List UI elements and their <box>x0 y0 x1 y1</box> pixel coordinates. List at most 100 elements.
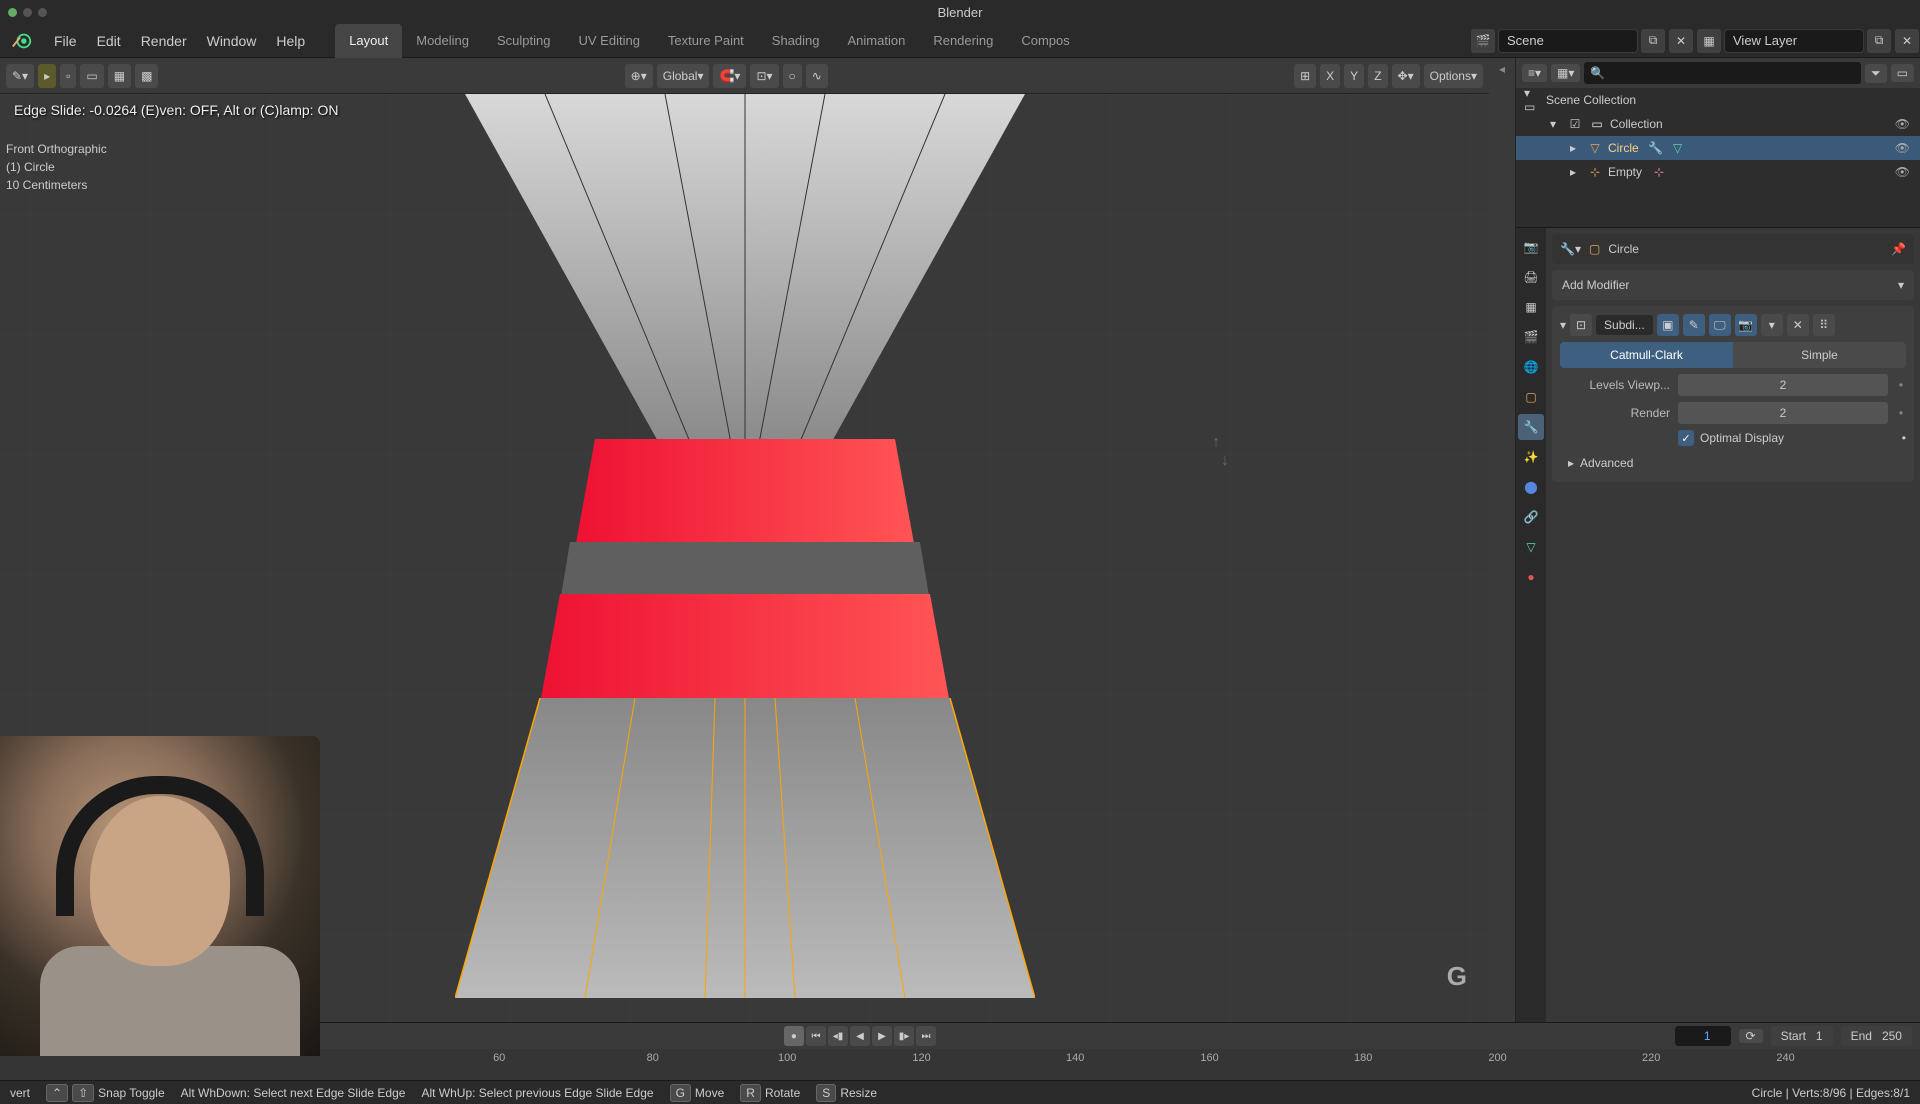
menu-help[interactable]: Help <box>266 33 315 49</box>
axis-y[interactable]: Y <box>1344 64 1364 88</box>
tab-texture[interactable]: Texture Paint <box>654 24 758 58</box>
mesh-data-icon[interactable]: ▽ <box>1669 139 1687 157</box>
snap-icon[interactable]: 🧲▾ <box>713 64 746 88</box>
min-dot[interactable] <box>23 8 32 17</box>
scene-browse-icon[interactable]: 🎬 <box>1471 29 1495 53</box>
viewlayer-name-input[interactable]: View Layer <box>1724 29 1864 53</box>
tab-viewlayer-icon[interactable]: ▦ <box>1518 294 1544 320</box>
tab-particles-icon[interactable]: ✨ <box>1518 444 1544 470</box>
orientation-select[interactable]: Global ▾ <box>657 64 710 88</box>
advanced-toggle[interactable]: ▸ Advanced <box>1560 452 1906 474</box>
select-mode-vert-icon[interactable]: ▫ <box>60 64 76 88</box>
outliner-item-circle[interactable]: ▸ ▽ Circle 🔧 ▽ 👁 <box>1516 136 1920 160</box>
tab-modeling[interactable]: Modeling <box>402 24 483 58</box>
menu-edit[interactable]: Edit <box>87 33 131 49</box>
tab-scene-icon[interactable]: 🎬 <box>1518 324 1544 350</box>
chevron-down-icon[interactable]: ▾ <box>1544 115 1562 133</box>
tab-rendering[interactable]: Rendering <box>919 24 1007 58</box>
viewlayer-delete-icon[interactable]: ✕ <box>1895 29 1919 53</box>
play-reverse-icon[interactable]: ◀ <box>850 1026 870 1046</box>
snap-target-icon[interactable]: ⊡▾ <box>750 64 778 88</box>
mode-select[interactable]: ✎▾ <box>6 64 34 88</box>
tab-compositing[interactable]: Compos <box>1007 24 1083 58</box>
empty-data-icon[interactable]: ⊹ <box>1650 163 1668 181</box>
outliner-search[interactable]: 🔍 <box>1584 62 1861 84</box>
scene-delete-icon[interactable]: ✕ <box>1669 29 1693 53</box>
gizmo-icon[interactable]: ✥▾ <box>1392 64 1420 88</box>
tab-layout[interactable]: Layout <box>335 24 402 58</box>
show-viewport-icon[interactable]: 🖵 <box>1709 314 1731 336</box>
outliner-scene-collection[interactable]: ▾ ▭ Scene Collection <box>1516 88 1920 112</box>
proportional-falloff-icon[interactable]: ∿ <box>806 64 828 88</box>
jump-start-icon[interactable]: ⏮ <box>806 1026 826 1046</box>
window-controls[interactable] <box>0 8 47 17</box>
frame-start[interactable]: Start1 <box>1771 1026 1833 1046</box>
animate-icon[interactable]: • <box>1896 378 1906 392</box>
levels-render-input[interactable]: 2 <box>1678 402 1888 424</box>
outliner-display-icon[interactable]: ▦▾ <box>1551 64 1580 82</box>
tab-animation[interactable]: Animation <box>834 24 920 58</box>
tab-mesh-icon[interactable]: ▽ <box>1518 534 1544 560</box>
subdiv-simple[interactable]: Simple <box>1733 342 1906 368</box>
proportional-icon[interactable]: ○ <box>783 64 802 88</box>
viewlayer-browse-icon[interactable]: ▦ <box>1697 29 1721 53</box>
tab-output-icon[interactable]: 🖨 <box>1518 264 1544 290</box>
select-mode-x-icon[interactable]: ▩ <box>135 64 158 88</box>
play-icon[interactable]: ▶ <box>872 1026 892 1046</box>
outliner-new-collection-icon[interactable]: ▭ <box>1891 64 1914 82</box>
current-frame-input[interactable]: 1 <box>1675 1026 1731 1046</box>
chevron-right-icon[interactable]: ▸ <box>1564 163 1582 181</box>
autokey-icon[interactable]: ● <box>784 1026 804 1046</box>
select-mode-edge-icon[interactable]: ▭ <box>80 64 103 88</box>
outliner-collection[interactable]: ▾ ☑ ▭ Collection 👁 <box>1516 112 1920 136</box>
scene-name-input[interactable]: Scene <box>1498 29 1638 53</box>
mesh-display-icon[interactable]: ⊞ <box>1294 64 1316 88</box>
jump-end-icon[interactable]: ⏭ <box>916 1026 936 1046</box>
show-render-icon[interactable]: 📷 <box>1735 314 1757 336</box>
cursor-tool-icon[interactable]: ▸ <box>38 64 56 88</box>
axis-x[interactable]: X <box>1320 64 1340 88</box>
editor-type-icon[interactable]: 🔧▾ <box>1560 242 1581 256</box>
tab-shading[interactable]: Shading <box>758 24 834 58</box>
outliner-mode-icon[interactable]: ≡▾ <box>1522 64 1547 82</box>
axis-z[interactable]: Z <box>1368 64 1387 88</box>
menu-file[interactable]: File <box>44 33 87 49</box>
scene-new-icon[interactable]: ⧉ <box>1641 29 1665 53</box>
tab-render-icon[interactable]: 📷 <box>1518 234 1544 260</box>
outliner-item-empty[interactable]: ▸ ⊹ Empty ⊹ 👁 <box>1516 160 1920 184</box>
show-on-cage-icon[interactable]: ▣ <box>1657 314 1679 336</box>
keyframe-prev-icon[interactable]: ◂▮ <box>828 1026 848 1046</box>
outliner-tree[interactable]: ▾ ▭ Scene Collection ▾ ☑ ▭ Collection 👁 … <box>1516 88 1920 227</box>
levels-viewport-input[interactable]: 2 <box>1678 374 1888 396</box>
subdiv-type-toggle[interactable]: Catmull-Clark Simple <box>1560 342 1906 368</box>
pivot-icon[interactable]: ⊕▾ <box>625 64 653 88</box>
modifier-delete-icon[interactable]: ✕ <box>1787 314 1809 336</box>
visibility-icon[interactable]: 👁 <box>1895 141 1910 155</box>
modifier-extras-icon[interactable]: ▾ <box>1761 314 1783 336</box>
modifier-drag-icon[interactable]: ⠿ <box>1813 314 1835 336</box>
tab-world-icon[interactable]: 🌐 <box>1518 354 1544 380</box>
tab-physics-icon[interactable]: ⬤ <box>1518 474 1544 500</box>
tab-sculpting[interactable]: Sculpting <box>483 24 564 58</box>
tab-constraints-icon[interactable]: 🔗 <box>1518 504 1544 530</box>
keyframe-next-icon[interactable]: ▮▸ <box>894 1026 914 1046</box>
modifier-wrench-icon[interactable]: 🔧 <box>1647 139 1665 157</box>
outliner-filter-icon[interactable]: ⏷ <box>1865 64 1887 83</box>
pin-icon[interactable]: 📌 <box>1891 242 1906 256</box>
close-dot[interactable] <box>8 8 17 17</box>
animate-icon[interactable]: • <box>1902 431 1906 445</box>
subdiv-catmull[interactable]: Catmull-Clark <box>1560 342 1733 368</box>
animate-icon[interactable]: • <box>1896 406 1906 420</box>
tab-object-icon[interactable]: ▢ <box>1518 384 1544 410</box>
modifier-name-input[interactable]: Subdi... <box>1596 315 1653 335</box>
preview-range-icon[interactable]: ⟳ <box>1739 1029 1763 1043</box>
tab-uv[interactable]: UV Editing <box>565 24 654 58</box>
visibility-icon[interactable]: 👁 <box>1895 165 1910 179</box>
visibility-icon[interactable]: 👁 <box>1895 117 1910 131</box>
max-dot[interactable] <box>38 8 47 17</box>
add-modifier-button[interactable]: Add Modifier▾ <box>1552 270 1914 300</box>
menu-window[interactable]: Window <box>197 33 267 49</box>
frame-end[interactable]: End250 <box>1841 1026 1912 1046</box>
blender-logo-icon[interactable] <box>8 27 36 55</box>
menu-render[interactable]: Render <box>131 33 197 49</box>
